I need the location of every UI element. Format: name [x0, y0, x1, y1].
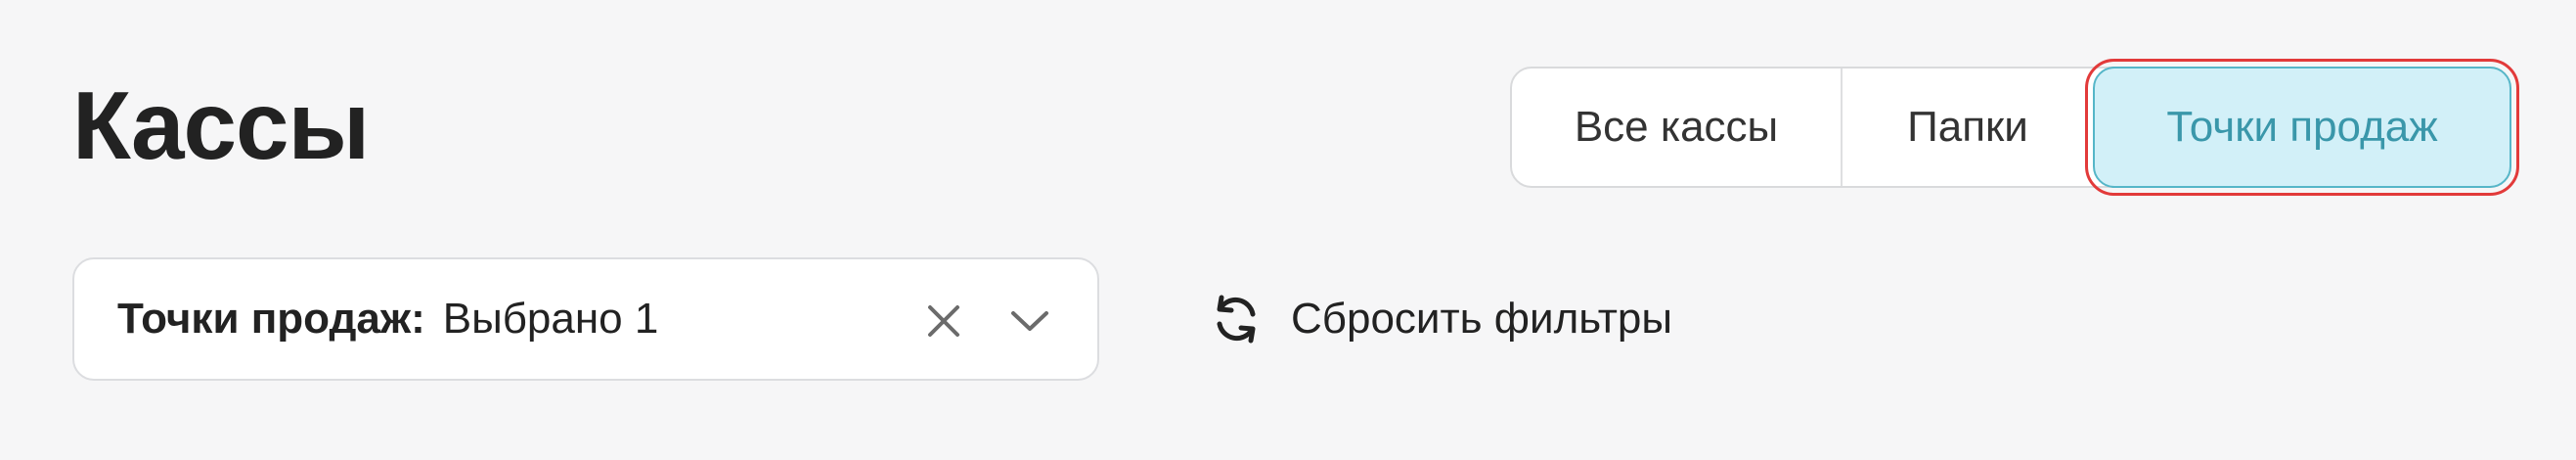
reset-filters-label: Сбросить фильтры [1291, 295, 1672, 343]
view-tabs: Все кассы Папки Точки продаж [1510, 59, 2519, 196]
reset-filters-button[interactable]: Сбросить фильтры [1209, 284, 1672, 354]
refresh-icon [1209, 292, 1264, 346]
tab-folders[interactable]: Папки [1843, 69, 2093, 186]
cash-registers-page: Кассы Все кассы Папки Точки продаж Точки… [0, 0, 2576, 460]
chevron-down-icon[interactable] [1003, 295, 1056, 347]
page-title: Кассы [72, 71, 370, 179]
close-icon[interactable] [917, 295, 970, 347]
filter-label: Точки продаж: [117, 295, 425, 343]
tab-all-registers[interactable]: Все кассы [1512, 69, 1843, 186]
filter-value: Выбрано 1 [442, 295, 659, 343]
points-of-sale-filter[interactable]: Точки продаж: Выбрано 1 [72, 257, 1099, 381]
tab-points-of-sale[interactable]: Точки продаж [2085, 59, 2519, 196]
